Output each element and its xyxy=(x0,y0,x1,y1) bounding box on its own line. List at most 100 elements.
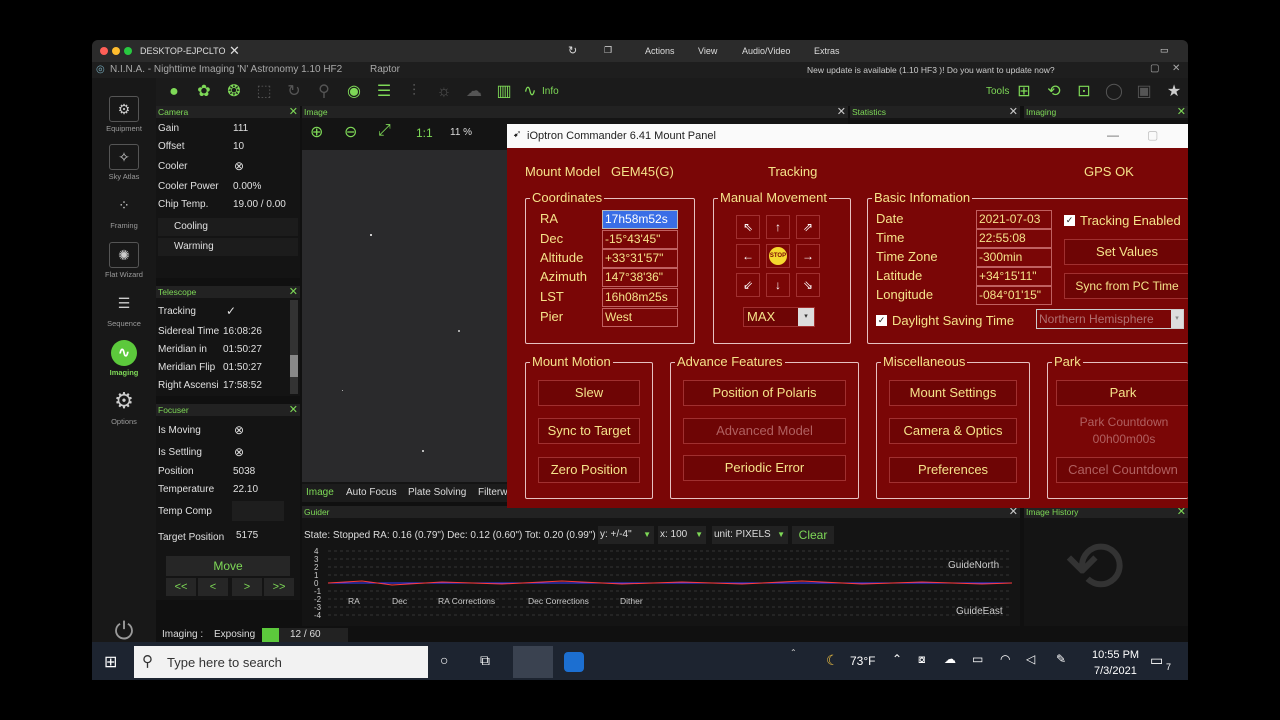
focuser-close-icon[interactable]: ✕ xyxy=(289,404,298,416)
sidebar-item-equipment[interactable]: ⚙ Equipment xyxy=(92,96,156,133)
imaging-close-icon[interactable]: ✕ xyxy=(1177,106,1186,118)
tab-auto-focus[interactable]: Auto Focus xyxy=(346,487,397,498)
advanced-model-button[interactable]: Advanced Model xyxy=(683,418,846,444)
battery-icon[interactable]: ▭ xyxy=(972,652,983,666)
history-icon[interactable]: ⟲ xyxy=(1044,82,1064,102)
tool-focus-icon[interactable]: ⊞ xyxy=(1014,82,1034,102)
flat-panel-icon[interactable]: ⫶ xyxy=(404,82,424,102)
move-south-arrow-icon[interactable]: ↓ xyxy=(766,273,790,297)
platesolve-icon[interactable]: ⊡ xyxy=(1074,82,1094,102)
dst-checkbox[interactable]: ✓ xyxy=(876,315,887,326)
fit-icon[interactable]: ⤢ xyxy=(378,122,402,146)
altitude-value[interactable]: +33°31'57" xyxy=(602,249,678,268)
tray-device-icon[interactable]: ⧇ xyxy=(918,652,926,667)
sidebar-item-flat-wizard[interactable]: ✺ Flat Wizard xyxy=(92,242,156,279)
zero-position-button[interactable]: Zero Position xyxy=(538,457,640,483)
update-notice[interactable]: New update is available (1.10 HF3 )! Do … xyxy=(807,65,1055,75)
timezone-value[interactable]: -300min xyxy=(976,248,1052,267)
tools-label[interactable]: Tools xyxy=(986,86,1009,97)
image-close-icon[interactable]: ✕ xyxy=(837,106,846,118)
latitude-value[interactable]: +34°15'11" xyxy=(976,267,1052,286)
task-view-icon[interactable]: ⧉ xyxy=(480,652,490,669)
sidebar-item-framing[interactable]: ⁘ Framing xyxy=(92,193,156,230)
onedrive-icon[interactable]: ☁ xyxy=(944,652,956,666)
reload-icon[interactable]: ↻ xyxy=(568,44,577,57)
tab-image[interactable]: Image xyxy=(306,487,334,498)
move-button[interactable]: Move xyxy=(166,556,290,576)
move-north-arrow-icon[interactable]: ↑ xyxy=(766,215,790,239)
close-icon[interactable]: ✕ xyxy=(1172,63,1180,74)
sidebar-item-sky-atlas[interactable]: ✧ Sky Atlas xyxy=(92,144,156,181)
slew-button[interactable]: Slew xyxy=(538,380,640,406)
tray-scroll-icon[interactable]: ⌃ xyxy=(790,648,797,657)
zoom-dot-icon[interactable] xyxy=(124,47,132,55)
focuser-icon[interactable]: ❂ xyxy=(224,82,244,102)
switch-icon[interactable]: ☰ xyxy=(374,82,394,102)
lst-value[interactable]: 16h08m25s xyxy=(602,288,678,307)
move-west-arrow-icon[interactable]: ← xyxy=(736,244,760,268)
view-menu[interactable]: View xyxy=(698,46,717,56)
sidebar-item-imaging[interactable]: ∿ Imaging xyxy=(92,340,156,377)
rotate-icon[interactable]: ↻ xyxy=(284,82,304,102)
move-se-arrow-icon[interactable]: ⇘ xyxy=(796,273,820,297)
sidebar-item-options[interactable]: ⚙ Options xyxy=(92,389,156,427)
mount-minimize-icon[interactable]: — xyxy=(1107,128,1119,142)
position-polaris-button[interactable]: Position of Polaris xyxy=(683,380,846,406)
step-big-right-button[interactable]: >> xyxy=(264,578,294,596)
camera-close-icon[interactable]: ✕ xyxy=(289,106,298,118)
mount-settings-button[interactable]: Mount Settings xyxy=(889,380,1017,406)
unit-select[interactable]: unit: PIXELS ▼ xyxy=(712,526,788,544)
volume-icon[interactable]: ◁ xyxy=(1026,652,1035,666)
preferences-button[interactable]: Preferences xyxy=(889,457,1017,483)
close-dot-icon[interactable] xyxy=(100,47,108,55)
speed-select[interactable]: MAX ▾ xyxy=(743,307,815,327)
step-left-button[interactable]: < xyxy=(198,578,228,596)
autofocus-icon[interactable]: ▣ xyxy=(1134,82,1154,102)
stats-icon[interactable]: ▥ xyxy=(494,82,514,102)
pen-icon[interactable]: ✎ xyxy=(1056,652,1066,666)
target-position-input[interactable]: 5175 xyxy=(236,530,258,541)
star-icon[interactable]: ★ xyxy=(1164,82,1184,102)
move-ne-arrow-icon[interactable]: ⇗ xyxy=(796,215,820,239)
longitude-value[interactable]: -084°01'15" xyxy=(976,286,1052,305)
camera-connected-icon[interactable]: ● xyxy=(164,82,184,102)
close-tab-icon[interactable]: ✕ xyxy=(229,43,240,59)
clear-button[interactable]: Clear xyxy=(792,526,834,544)
info-icon[interactable]: ∿ xyxy=(520,82,540,102)
maximize-icon[interactable]: ▢ xyxy=(1150,63,1159,74)
info-label[interactable]: Info xyxy=(542,86,559,97)
teamviewer-taskbar-icon[interactable] xyxy=(564,652,584,672)
date-value[interactable]: 2021-07-03 xyxy=(976,210,1052,229)
azimuth-value[interactable]: 147°38'36" xyxy=(602,268,678,287)
rotator-icon[interactable]: ⬚ xyxy=(254,82,274,102)
actions-menu[interactable]: Actions xyxy=(645,46,675,56)
cancel-countdown-button[interactable]: Cancel Countdown xyxy=(1056,457,1188,483)
audio-video-menu[interactable]: Audio/Video xyxy=(742,46,790,56)
telescope-icon[interactable]: ⚲ xyxy=(314,82,334,102)
park-button[interactable]: Park xyxy=(1056,380,1188,406)
cortana-icon[interactable]: ○ xyxy=(440,652,448,668)
sidebar-item-sequence[interactable]: ☰ Sequence xyxy=(92,291,156,328)
polar-icon[interactable]: ◯ xyxy=(1104,82,1124,102)
tray-expand-icon[interactable]: ⌃ xyxy=(892,652,902,666)
guider-icon[interactable]: ◉ xyxy=(344,82,364,102)
cooling-expander[interactable]: Cooling xyxy=(158,218,298,236)
window-icon[interactable]: ▭ xyxy=(1160,45,1169,56)
sync-to-target-button[interactable]: Sync to Target xyxy=(538,418,640,444)
hemisphere-select[interactable]: Northern Hemisphere ▾ xyxy=(1036,309,1184,329)
set-values-button[interactable]: Set Values xyxy=(1064,239,1188,265)
telescope-scrollbar[interactable] xyxy=(290,300,298,394)
y-scale-select[interactable]: y: +/-4" ▼ xyxy=(598,526,654,544)
light-icon[interactable]: ☼ xyxy=(434,82,454,102)
statistics-close-icon[interactable]: ✕ xyxy=(1009,106,1018,118)
pier-value[interactable]: West xyxy=(602,308,678,327)
step-right-button[interactable]: > xyxy=(232,578,262,596)
minimize-dot-icon[interactable] xyxy=(112,47,120,55)
taskbar-search-box[interactable]: ⚲ Type here to search xyxy=(134,646,428,678)
copy-icon[interactable]: ❐ xyxy=(604,45,612,56)
zoom-in-icon[interactable]: ⊕ xyxy=(310,122,334,146)
mount-maximize-icon[interactable]: ▢ xyxy=(1147,128,1158,142)
ra-coord-value[interactable]: 17h58m52s xyxy=(602,210,678,229)
clock-time[interactable]: 10:55 PM xyxy=(1092,649,1139,661)
temp-comp-toggle[interactable] xyxy=(232,501,284,521)
